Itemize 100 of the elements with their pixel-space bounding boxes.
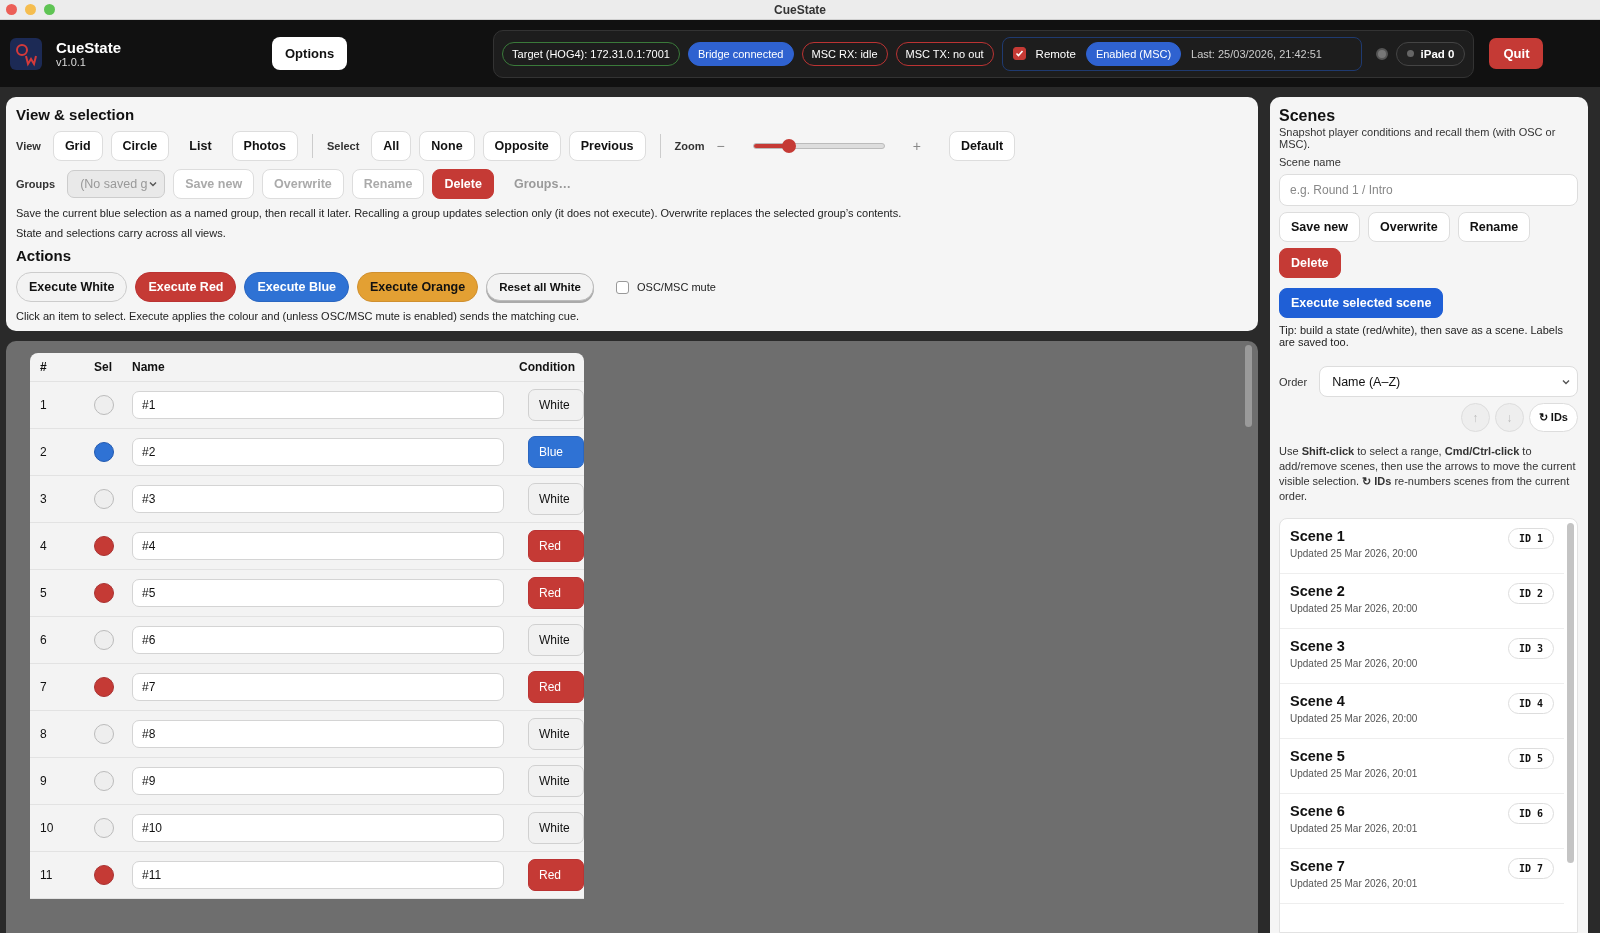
condition-button[interactable]: Red: [528, 671, 584, 703]
select-button[interactable]: Previous: [568, 131, 646, 161]
scene-button[interactable]: Rename: [1457, 212, 1531, 242]
scene-item[interactable]: Scene 6 Updated 25 Mar 2026, 20:01 ID 6: [1280, 794, 1564, 849]
scene-name: Scene 3: [1290, 638, 1346, 654]
selection-dot[interactable]: [94, 818, 114, 838]
remote-checkbox[interactable]: [1012, 47, 1026, 60]
selection-dot[interactable]: [94, 583, 114, 603]
scene-name: Scene 1: [1290, 528, 1346, 544]
select-button[interactable]: None: [419, 131, 475, 161]
order-label: Order: [1279, 375, 1308, 388]
name-field[interactable]: #10: [132, 814, 504, 842]
name-field[interactable]: #7: [132, 673, 504, 701]
renumber-button[interactable]: ↻ IDs: [1528, 403, 1578, 432]
condition-button[interactable]: White: [528, 483, 584, 515]
name-field[interactable]: #9: [132, 767, 504, 795]
select-label: Select: [326, 140, 360, 152]
maximize-window-icon[interactable]: [44, 4, 55, 15]
scrollbar[interactable]: [1567, 523, 1574, 863]
scene-updated: Updated 25 Mar 2026, 20:00: [1290, 658, 1418, 669]
scene-button[interactable]: Overwrite: [1368, 212, 1450, 242]
column-header: #: [40, 360, 48, 374]
view-tab[interactable]: List: [177, 131, 224, 161]
select-button[interactable]: Opposite: [482, 131, 561, 161]
group-button[interactable]: Delete: [432, 169, 494, 199]
name-field[interactable]: #2: [132, 438, 504, 466]
scene-name-field[interactable]: e.g. Round 1 / Intro: [1279, 174, 1578, 206]
condition-button[interactable]: Red: [528, 530, 584, 562]
condition-button[interactable]: Red: [528, 859, 584, 891]
scrollbar[interactable]: [1245, 345, 1252, 427]
column-header: Sel: [94, 360, 113, 374]
tip-text: Tip: build a state (red/white), then save as a scene. Labels are saved too.: [1279, 324, 1564, 348]
mute-checkbox[interactable]: [616, 280, 629, 294]
execute-button[interactable]: Execute Red: [135, 272, 237, 302]
name-field[interactable]: #5: [132, 579, 504, 607]
panel-title: Scenes: [1279, 107, 1337, 125]
condition-button[interactable]: White: [528, 389, 584, 421]
selection-dot[interactable]: [94, 771, 114, 791]
help-text: Click an item to select. Execute applies the colour and (unless OSC/MSC mute is enabled) sends the matching cue.: [16, 310, 581, 322]
chevron-icon: [148, 179, 159, 189]
select-button[interactable]: All: [371, 131, 412, 161]
execute-button[interactable]: Execute Blue: [244, 272, 349, 302]
close-window-icon[interactable]: [6, 4, 17, 15]
condition-button[interactable]: White: [528, 718, 584, 750]
name-field[interactable]: #11: [132, 861, 504, 889]
quit-button[interactable]: Quit: [1489, 38, 1544, 69]
view-label: View: [16, 140, 41, 152]
condition-button[interactable]: Blue: [528, 436, 584, 468]
condition-button[interactable]: White: [528, 765, 584, 797]
scene-item[interactable]: Scene 4 Updated 25 Mar 2026, 20:00 ID 4: [1280, 684, 1564, 739]
name-field[interactable]: #6: [132, 626, 504, 654]
last-message-time: Last: 25/03/2026, 21:42:51: [1191, 47, 1322, 60]
name-field[interactable]: #8: [132, 720, 504, 748]
scene-name: Scene 7: [1290, 858, 1346, 874]
condition-button[interactable]: White: [528, 812, 584, 844]
mute-label: OSC/MSC mute: [637, 281, 716, 293]
default-zoom-button[interactable]: Default: [948, 131, 1016, 161]
condition-button[interactable]: Red: [528, 577, 584, 609]
row-number: 1: [40, 398, 48, 412]
scene-item[interactable]: Scene 7 Updated 25 Mar 2026, 20:01 ID 7: [1280, 849, 1564, 904]
selection-dot[interactable]: [94, 442, 114, 462]
execute-button[interactable]: Execute White: [16, 272, 128, 302]
app-version: v1.0.1: [56, 56, 87, 68]
condition-button[interactable]: White: [528, 624, 584, 656]
window-title: CueState: [774, 2, 826, 17]
row-number: 10: [40, 821, 55, 835]
scene-updated: Updated 25 Mar 2026, 20:01: [1290, 768, 1418, 779]
scene-item[interactable]: Scene 2 Updated 25 Mar 2026, 20:00 ID 2: [1280, 574, 1564, 629]
row-number: 11: [40, 868, 54, 882]
execute-button[interactable]: Execute Orange: [357, 272, 479, 302]
view-tab[interactable]: Grid: [52, 131, 103, 161]
scene-item[interactable]: Scene 5 Updated 25 Mar 2026, 20:01 ID 5: [1280, 739, 1564, 794]
row-number: 6: [40, 633, 48, 647]
selection-dot[interactable]: [94, 724, 114, 744]
execute-scene-button[interactable]: Execute selected scene: [1279, 288, 1444, 318]
column-header: Name: [132, 360, 166, 374]
options-button[interactable]: Options: [272, 37, 348, 70]
name-field[interactable]: #4: [132, 532, 504, 560]
scene-item[interactable]: Scene 3 Updated 25 Mar 2026, 20:00 ID 3: [1280, 629, 1564, 684]
scene-name: Scene 2: [1290, 583, 1346, 599]
view-tab[interactable]: Photos: [231, 131, 298, 161]
selection-dot[interactable]: [94, 536, 114, 556]
name-field[interactable]: #1: [132, 391, 504, 419]
execute-button[interactable]: Reset all White: [486, 273, 594, 301]
selection-dot[interactable]: [94, 630, 114, 650]
bridge-status: Bridge connected: [687, 41, 794, 66]
remote-label: Remote: [1035, 47, 1076, 60]
selection-dot[interactable]: [94, 395, 114, 415]
order-dropdown[interactable]: Name (A–Z): [1319, 366, 1578, 397]
scene-item[interactable]: Scene 1 Updated 25 Mar 2026, 20:00 ID 1: [1280, 519, 1564, 574]
slider-thumb[interactable]: [781, 139, 796, 153]
delete-button[interactable]: Delete: [1279, 248, 1341, 278]
name-field[interactable]: #3: [132, 485, 504, 513]
zoom-label: Zoom: [674, 140, 705, 152]
scene-button[interactable]: Save new: [1279, 212, 1360, 242]
selection-dot[interactable]: [94, 677, 114, 697]
selection-dot[interactable]: [94, 489, 114, 509]
view-tab[interactable]: Circle: [110, 131, 170, 161]
selection-dot[interactable]: [94, 865, 114, 885]
minimize-window-icon[interactable]: [25, 4, 36, 15]
